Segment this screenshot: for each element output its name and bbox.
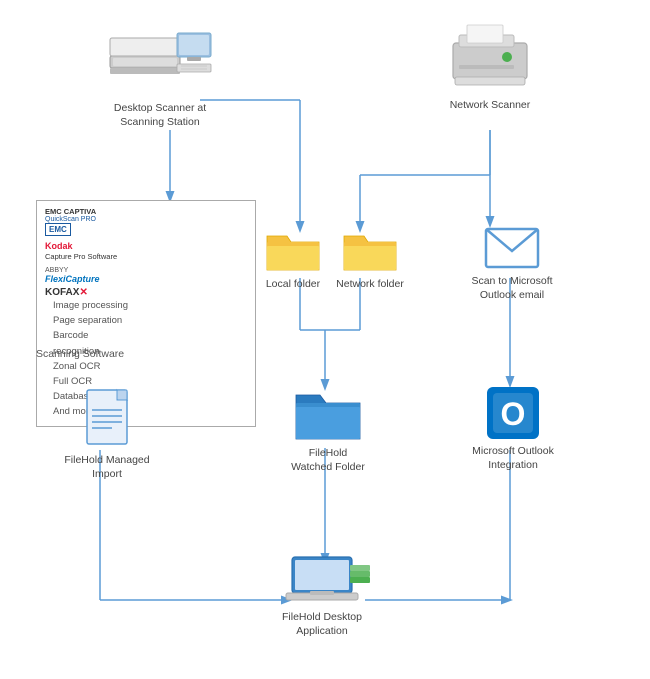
network-folder-node: Network folder — [330, 228, 410, 292]
svg-text:O: O — [501, 396, 526, 432]
scan-to-email-node: Scan to MicrosoftOutlook email — [462, 225, 562, 302]
network-scanner-node: Network Scanner — [425, 15, 555, 113]
network-folder-icon — [342, 228, 398, 274]
desktop-app-label: FileHold DesktopApplication — [282, 611, 362, 638]
network-scanner-icon — [445, 15, 535, 95]
mail-icon — [484, 225, 540, 271]
flexicapture-logo: ABBYY FlexiCapture — [45, 264, 145, 284]
kodak-logo: Kodak Capture Pro Software — [45, 241, 145, 261]
local-folder-icon — [265, 228, 321, 274]
desktop-scanner-label: Desktop Scanner at Scanning Station — [100, 102, 220, 129]
filehold-logo-icon — [348, 563, 372, 591]
desktop-scanner-icon — [105, 18, 215, 98]
desktop-app-node: FileHold DesktopApplication — [262, 555, 382, 638]
emc-captiva-logo: EMC CAPTIVA QuickScan PRO EMC — [45, 207, 145, 236]
desktop-scanner-node: Desktop Scanner at Scanning Station — [100, 18, 220, 129]
software-logos: EMC CAPTIVA QuickScan PRO EMC Kodak Capt… — [45, 207, 145, 298]
filehold-watched-node: FileHoldWatched Folder — [278, 385, 378, 474]
local-folder-label: Local folder — [266, 278, 320, 292]
kofax-logo: KOFAX✕ — [45, 287, 145, 298]
document-icon — [82, 388, 132, 450]
network-folder-label: Network folder — [336, 278, 404, 292]
scan-to-email-label: Scan to MicrosoftOutlook email — [471, 275, 552, 302]
outlook-integration-label: Microsoft Outlook Integration — [458, 445, 568, 472]
filehold-watched-icon — [294, 385, 362, 443]
filehold-import-label: FileHold Managed Import — [52, 454, 162, 481]
filehold-import-node: FileHold Managed Import — [52, 388, 162, 481]
diagram: Desktop Scanner at Scanning Station Netw… — [0, 0, 650, 679]
network-scanner-label: Network Scanner — [450, 99, 531, 113]
local-folder-node: Local folder — [258, 228, 328, 292]
scanning-software-label: Scanning Software — [36, 348, 124, 360]
outlook-integration-node: O Microsoft Outlook Integration — [458, 385, 568, 472]
filehold-watched-label: FileHoldWatched Folder — [291, 447, 365, 474]
outlook-icon: O — [485, 385, 541, 441]
